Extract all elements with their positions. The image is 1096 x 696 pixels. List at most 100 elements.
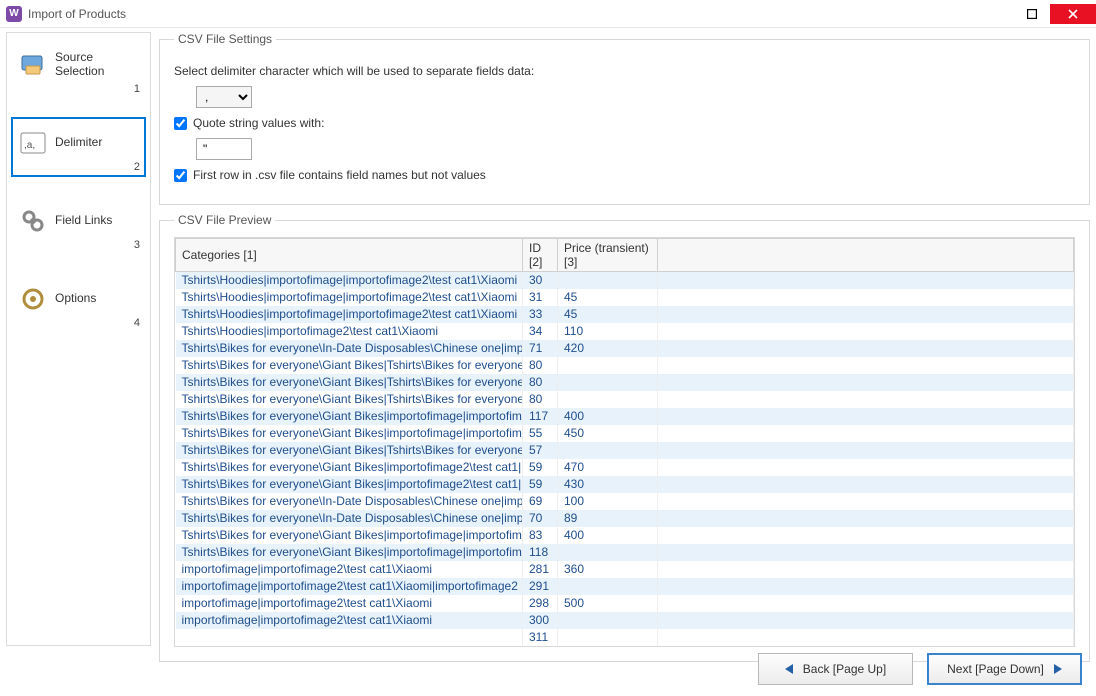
table-cell <box>658 510 1074 527</box>
csv-settings-group: CSV File Settings Select delimiter chara… <box>159 32 1090 205</box>
table-row[interactable]: Tshirts\Bikes for everyone\Giant Bikes|T… <box>176 374 1074 391</box>
table-cell: Tshirts\Bikes for everyone\Giant Bikes|T… <box>176 442 523 459</box>
next-button[interactable]: Next [Page Down] <box>927 653 1082 685</box>
step-number: 4 <box>134 317 140 329</box>
table-cell <box>658 612 1074 629</box>
table-row[interactable]: Tshirts\Bikes for everyone\Giant Bikes|T… <box>176 357 1074 374</box>
close-button[interactable] <box>1050 4 1096 24</box>
table-cell: importofimage|importofimage2\test cat1\X… <box>176 561 523 578</box>
step-number: 2 <box>134 161 140 173</box>
table-cell <box>658 476 1074 493</box>
table-cell: Tshirts\Bikes for everyone\Giant Bikes|i… <box>176 459 523 476</box>
quote-checkbox[interactable] <box>174 117 187 130</box>
delimiter-label: Select delimiter character which will be… <box>174 64 534 78</box>
table-cell: Tshirts\Hoodies|importofimage|importofim… <box>176 306 523 323</box>
step-label: Field Links <box>55 214 112 228</box>
table-cell: 89 <box>558 510 658 527</box>
table-cell <box>658 425 1074 442</box>
back-button[interactable]: Back [Page Up] <box>758 653 913 685</box>
table-cell <box>558 544 658 561</box>
arrow-left-icon <box>785 664 793 674</box>
table-row[interactable]: Tshirts\Bikes for everyone\Giant Bikes|T… <box>176 391 1074 408</box>
wizard-step-delimiter[interactable]: ,a,Delimiter2 <box>11 117 146 177</box>
wizard-sidebar: Source Selection1,a,Delimiter2Field Link… <box>6 32 151 646</box>
firstrow-checkbox[interactable] <box>174 169 187 182</box>
table-cell <box>658 544 1074 561</box>
csv-preview-group: CSV File Preview Categories [1]ID [2]Pri… <box>159 213 1090 662</box>
table-row[interactable]: Tshirts\Bikes for everyone\Giant Bikes|T… <box>176 442 1074 459</box>
table-cell: 59 <box>523 459 558 476</box>
table-row[interactable]: Tshirts\Bikes for everyone\Giant Bikes|i… <box>176 544 1074 561</box>
table-cell: 45 <box>558 289 658 306</box>
table-row[interactable]: Tshirts\Bikes for everyone\In-Date Dispo… <box>176 340 1074 357</box>
wizard-step-field-links[interactable]: Field Links3 <box>11 195 146 255</box>
table-row[interactable]: Tshirts\Bikes for everyone\Giant Bikes|i… <box>176 459 1074 476</box>
table-row[interactable]: Tshirts\Bikes for everyone\Giant Bikes|i… <box>176 476 1074 493</box>
table-cell: 100 <box>558 493 658 510</box>
table-row[interactable]: Tshirts\Hoodies|importofimage|importofim… <box>176 306 1074 323</box>
table-cell: 55 <box>523 425 558 442</box>
table-row[interactable]: Tshirts\Hoodies|importofimage|importofim… <box>176 272 1074 289</box>
table-cell <box>658 306 1074 323</box>
table-row[interactable]: 311 <box>176 629 1074 646</box>
step-icon <box>19 207 47 235</box>
wizard-step-source-selection[interactable]: Source Selection 1 <box>11 39 146 99</box>
table-cell: 360 <box>558 561 658 578</box>
table-cell: Tshirts\Bikes for everyone\Giant Bikes|i… <box>176 425 523 442</box>
table-row[interactable]: importofimage|importofimage2\test cat1\X… <box>176 595 1074 612</box>
column-header[interactable]: Categories [1] <box>176 239 523 272</box>
table-row[interactable]: Tshirts\Hoodies|importofimage2\test cat1… <box>176 323 1074 340</box>
table-row[interactable]: Tshirts\Bikes for everyone\Giant Bikes|i… <box>176 527 1074 544</box>
maximize-button[interactable] <box>1016 4 1048 24</box>
table-cell: 430 <box>558 476 658 493</box>
table-cell: Tshirts\Bikes for everyone\Giant Bikes|T… <box>176 391 523 408</box>
table-cell <box>558 612 658 629</box>
table-cell: Tshirts\Bikes for everyone\In-Date Dispo… <box>176 493 523 510</box>
firstrow-checkbox-label[interactable]: First row in .csv file contains field na… <box>174 168 486 182</box>
table-cell <box>176 629 523 646</box>
column-header[interactable]: ID [2] <box>523 239 558 272</box>
table-cell: 400 <box>558 408 658 425</box>
table-row[interactable]: Tshirts\Bikes for everyone\In-Date Dispo… <box>176 493 1074 510</box>
table-cell: Tshirts\Hoodies|importofimage|importofim… <box>176 289 523 306</box>
column-header[interactable] <box>658 239 1074 272</box>
column-header[interactable]: Price (transient) [3] <box>558 239 658 272</box>
table-cell: Tshirts\Bikes for everyone\Giant Bikes|i… <box>176 527 523 544</box>
step-number: 1 <box>134 83 140 95</box>
step-icon <box>19 51 47 79</box>
step-icon <box>19 285 47 313</box>
table-cell: Tshirts\Bikes for everyone\In-Date Dispo… <box>176 340 523 357</box>
table-cell: 110 <box>558 323 658 340</box>
table-cell: 30 <box>523 272 558 289</box>
close-icon <box>1067 8 1079 20</box>
table-cell: 33 <box>523 306 558 323</box>
table-cell: Tshirts\Bikes for everyone\Giant Bikes|i… <box>176 408 523 425</box>
table-row[interactable]: importofimage|importofimage2\test cat1\X… <box>176 578 1074 595</box>
quote-checkbox-text: Quote string values with: <box>193 116 324 130</box>
window-title: Import of Products <box>28 7 126 21</box>
table-cell: 45 <box>558 306 658 323</box>
step-label: Delimiter <box>55 136 102 150</box>
wizard-step-options[interactable]: Options4 <box>11 273 146 333</box>
quote-char-input[interactable] <box>196 138 252 160</box>
table-cell <box>658 408 1074 425</box>
table-row[interactable]: importofimage|importofimage2\test cat1\X… <box>176 612 1074 629</box>
table-cell <box>658 561 1074 578</box>
back-button-label: Back [Page Up] <box>803 662 886 676</box>
table-cell <box>558 374 658 391</box>
table-row[interactable]: Tshirts\Bikes for everyone\In-Date Dispo… <box>176 510 1074 527</box>
table-cell: 117 <box>523 408 558 425</box>
preview-scroll-area[interactable]: Categories [1]ID [2]Price (transient) [3… <box>174 237 1075 647</box>
table-row[interactable]: Tshirts\Bikes for everyone\Giant Bikes|i… <box>176 408 1074 425</box>
delimiter-select[interactable]: , <box>196 86 252 108</box>
table-cell: 34 <box>523 323 558 340</box>
arrow-right-icon <box>1054 664 1062 674</box>
table-cell <box>658 272 1074 289</box>
table-cell: 71 <box>523 340 558 357</box>
table-row[interactable]: importofimage|importofimage2\test cat1\X… <box>176 561 1074 578</box>
table-row[interactable]: Tshirts\Hoodies|importofimage|importofim… <box>176 289 1074 306</box>
table-row[interactable]: Tshirts\Bikes for everyone\Giant Bikes|i… <box>176 425 1074 442</box>
step-label: Source Selection <box>55 51 138 79</box>
app-icon: W <box>6 6 22 22</box>
quote-checkbox-label[interactable]: Quote string values with: <box>174 116 324 130</box>
